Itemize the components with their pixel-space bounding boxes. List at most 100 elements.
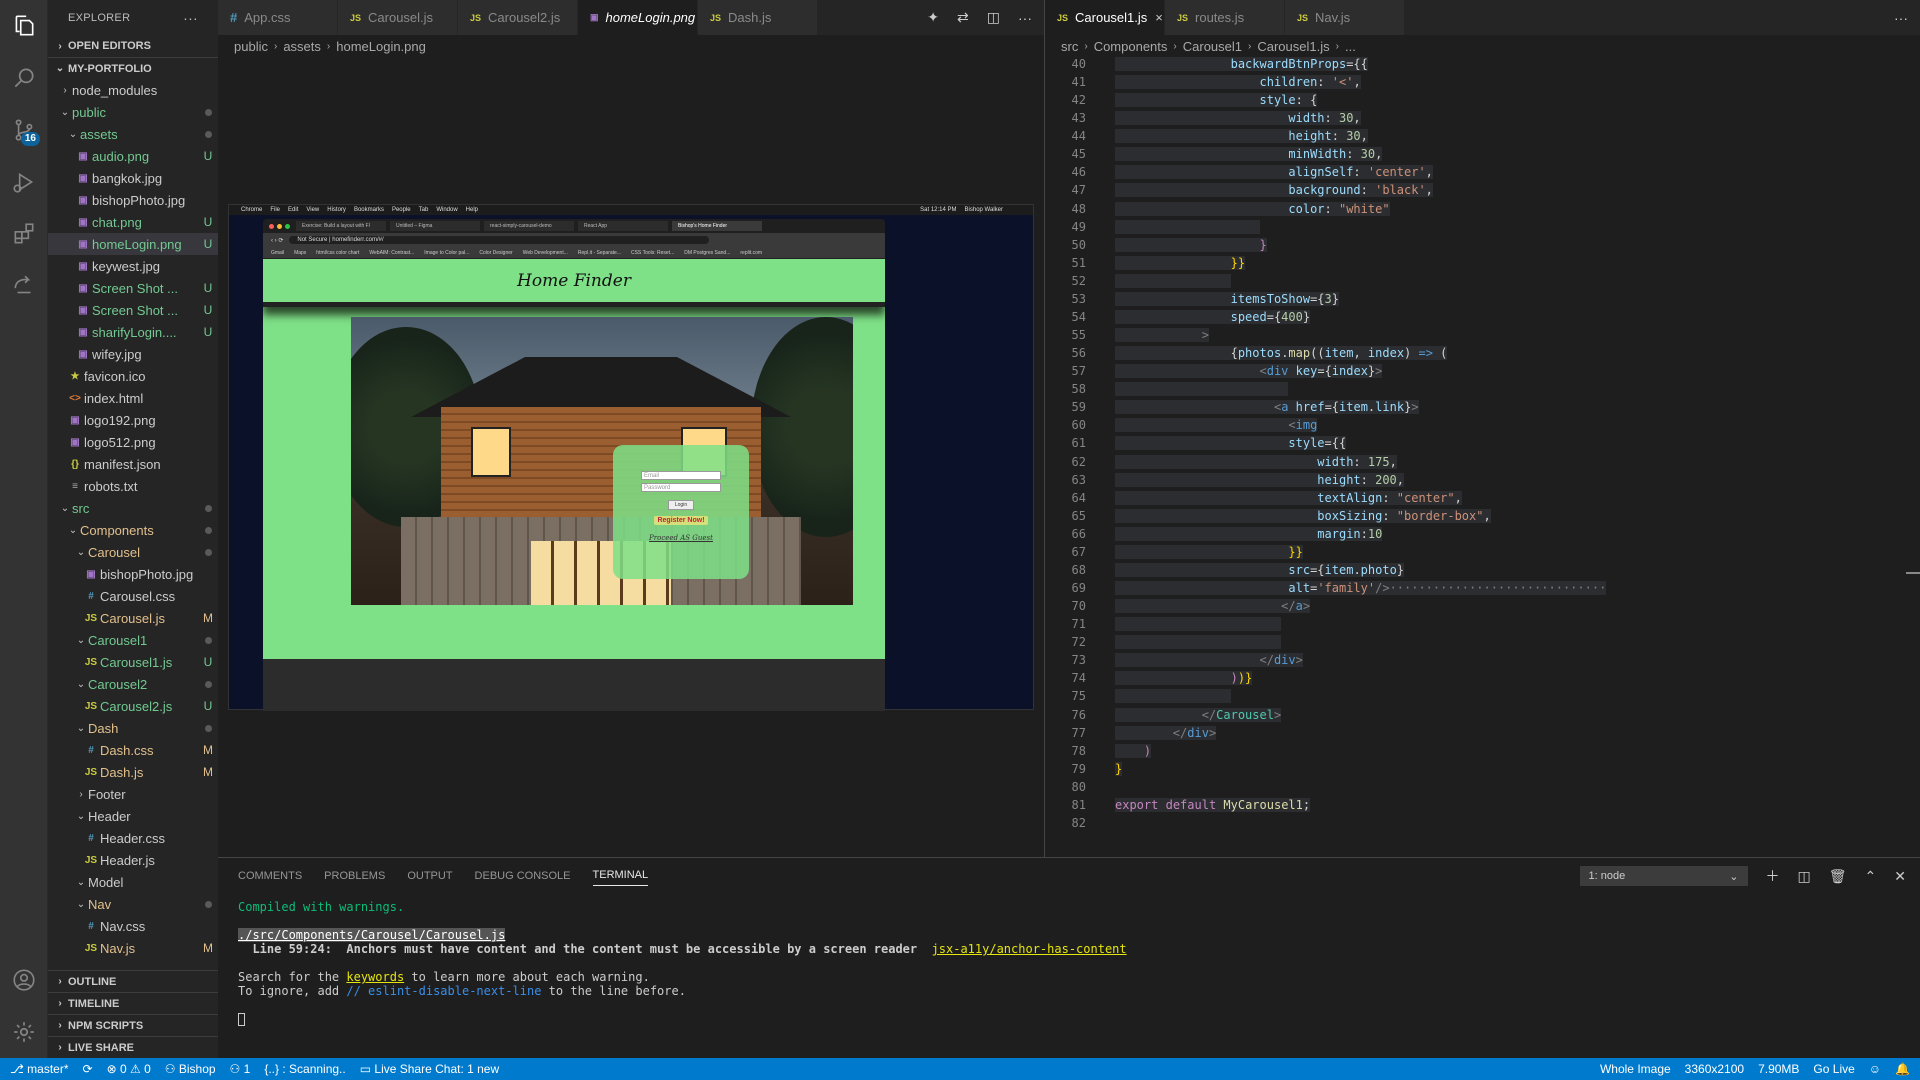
tree-item-header-js[interactable]: JS Header.js [48, 849, 218, 871]
panel-tab-terminal[interactable]: TERMINAL [592, 869, 649, 886]
tab-routes-js[interactable]: JS routes.js [1165, 0, 1285, 35]
tree-item-carousel-js[interactable]: JS Carousel.js M [48, 607, 218, 629]
tab-dash-js[interactable]: JS Dash.js [698, 0, 818, 35]
section-timeline[interactable]: › TIMELINE [48, 992, 218, 1014]
chat-status[interactable]: ▭ Live Share Chat: 1 new [360, 1062, 499, 1076]
section-outline[interactable]: › OUTLINE [48, 970, 218, 992]
tree-item-dash-css[interactable]: # Dash.css M [48, 739, 218, 761]
live-share-icon[interactable] [0, 260, 48, 312]
status-item-7-90mb[interactable]: 7.90MB [1758, 1062, 1799, 1076]
more-actions-icon[interactable]: ··· [1018, 10, 1032, 26]
panel-tab-problems[interactable]: PROBLEMS [324, 870, 385, 882]
section-npm-scripts[interactable]: › NPM SCRIPTS [48, 1014, 218, 1036]
split-terminal-icon[interactable]: ◫ [1798, 868, 1811, 885]
tree-item-screen-shot[interactable]: ▣ Screen Shot ... U [48, 277, 218, 299]
tree-item-carousel1-js[interactable]: JS Carousel1.js U [48, 651, 218, 673]
tab-homelogin-png[interactable]: ▣homeLogin.png× [578, 0, 711, 35]
breadcrumb-item[interactable]: assets [283, 39, 321, 54]
tree-item-footer[interactable]: › Footer [48, 783, 218, 805]
tree-item-homelogin-png[interactable]: ▣ homeLogin.png U [48, 233, 218, 255]
tree-item-nav-js[interactable]: JS Nav.js M [48, 937, 218, 959]
tree-item-carousel-css[interactable]: # Carousel.css [48, 585, 218, 607]
tree-item-nav-css[interactable]: # Nav.css [48, 915, 218, 937]
panel-tab-output[interactable]: OUTPUT [407, 870, 452, 882]
tree-item-carousel2-js[interactable]: JS Carousel2.js U [48, 695, 218, 717]
account-icon[interactable] [0, 954, 48, 1006]
section-live-share[interactable]: › LIVE SHARE [48, 1036, 218, 1058]
warning-rule[interactable]: jsx-a11y/anchor-has-content [932, 942, 1127, 956]
tree-item-bangkok-jpg[interactable]: ▣ bangkok.jpg [48, 167, 218, 189]
tree-item-dash[interactable]: ⌄ Dash [48, 717, 218, 739]
tree-item-header-css[interactable]: # Header.css [48, 827, 218, 849]
extensions-icon[interactable] [0, 208, 48, 260]
breadcrumb-item[interactable]: Carousel1.js [1257, 39, 1329, 54]
panel-tab-debug-console[interactable]: DEBUG CONSOLE [475, 870, 571, 882]
settings-gear-icon[interactable] [0, 1006, 48, 1058]
new-terminal-icon[interactable]: ＋ [1766, 866, 1780, 886]
feedback-icon[interactable]: ☺ [1869, 1062, 1881, 1076]
explorer-icon[interactable] [0, 0, 48, 52]
tab-carousel-js[interactable]: JS Carousel.js [338, 0, 458, 35]
notifications-bell-icon[interactable]: 🔔 [1895, 1062, 1910, 1076]
search-icon[interactable] [0, 52, 48, 104]
branch-status[interactable]: ⎇ master* [10, 1062, 69, 1076]
trash-icon[interactable]: 🗑 [1829, 868, 1847, 885]
tree-item-carousel2[interactable]: ⌄ Carousel2 [48, 673, 218, 695]
tree-item-wifey-jpg[interactable]: ▣ wifey.jpg [48, 343, 218, 365]
tab-app-css[interactable]: # App.css [218, 0, 338, 35]
breadcrumb-item[interactable]: public [234, 39, 268, 54]
tree-item-model[interactable]: ⌄ Model [48, 871, 218, 893]
tree-item-index-html[interactable]: <> index.html [48, 387, 218, 409]
tree-item-bishopphoto-jpg[interactable]: ▣ bishopPhoto.jpg [48, 189, 218, 211]
tree-item-logo512-png[interactable]: ▣ logo512.png [48, 431, 218, 453]
problems-status[interactable]: ⊗ 0 ⚠ 0 [107, 1062, 151, 1076]
tree-item-dash-js[interactable]: JS Dash.js M [48, 761, 218, 783]
breadcrumb-item[interactable]: homeLogin.png [336, 39, 426, 54]
tab-carousel2-js[interactable]: JS Carousel2.js [458, 0, 578, 35]
tree-item-favicon-ico[interactable]: ★ favicon.ico [48, 365, 218, 387]
sync-icon[interactable]: ⟳ [83, 1062, 93, 1076]
tab-carousel1-js[interactable]: JS Carousel1.js × [1045, 0, 1165, 35]
tree-item-bishopphoto-jpg[interactable]: ▣ bishopPhoto.jpg [48, 563, 218, 585]
tree-item-carousel1[interactable]: ⌄ Carousel1 [48, 629, 218, 651]
breadcrumb-item[interactable]: ... [1345, 39, 1356, 54]
code-area[interactable]: 40 backwardBtnProps={{41 children: '<', 4… [1045, 57, 1920, 857]
breadcrumb-item[interactable]: src [1061, 39, 1078, 54]
scanning-status[interactable]: {..} : Scanning.. [264, 1062, 345, 1076]
breadcrumb-item[interactable]: Carousel1 [1183, 39, 1242, 54]
more-actions-icon[interactable]: ··· [1894, 10, 1908, 26]
terminal-output[interactable]: Compiled with warnings. ./src/Components… [238, 900, 1127, 1026]
breadcrumb-item[interactable]: Components [1094, 39, 1168, 54]
terminal-select[interactable]: 1: node ⌄ [1579, 866, 1748, 886]
keywords-link[interactable]: keywords [346, 970, 404, 984]
tree-item-node-modules[interactable]: › node_modules [48, 79, 218, 101]
tree-item-assets[interactable]: ⌄ assets [48, 123, 218, 145]
pin-icon[interactable]: ✦ [927, 9, 939, 26]
tree-item-components[interactable]: ⌄ Components [48, 519, 218, 541]
status-item-whole-image[interactable]: Whole Image [1600, 1062, 1671, 1076]
open-editors-section[interactable]: › OPEN EDITORS [48, 35, 218, 57]
tree-item-keywest-jpg[interactable]: ▣ keywest.jpg [48, 255, 218, 277]
close-icon[interactable]: ✕ [1894, 868, 1906, 885]
tab-nav-js[interactable]: JS Nav.js [1285, 0, 1405, 35]
tree-item-nav[interactable]: ⌄ Nav [48, 893, 218, 915]
tree-item-public[interactable]: ⌄ public [48, 101, 218, 123]
tree-item-logo192-png[interactable]: ▣ logo192.png [48, 409, 218, 431]
tree-item-audio-png[interactable]: ▣ audio.png U [48, 145, 218, 167]
status-item-3360x2100[interactable]: 3360x2100 [1685, 1062, 1744, 1076]
split-editor-icon[interactable]: ◫ [987, 9, 1000, 26]
run-debug-icon[interactable] [0, 156, 48, 208]
tree-item-manifest-json[interactable]: {} manifest.json [48, 453, 218, 475]
participants-status[interactable]: ⚇ 1 [230, 1062, 251, 1076]
close-icon[interactable]: × [1155, 10, 1163, 25]
tree-item-header[interactable]: ⌄ Header [48, 805, 218, 827]
tree-item-screen-shot[interactable]: ▣ Screen Shot ... U [48, 299, 218, 321]
tree-item-carousel[interactable]: ⌄ Carousel [48, 541, 218, 563]
open-changes-icon[interactable]: ⇄ [957, 9, 969, 26]
tree-item-robots-txt[interactable]: ≡ robots.txt [48, 475, 218, 497]
status-item-go-live[interactable]: Go Live [1813, 1062, 1854, 1076]
liveshare-status[interactable]: ⚇ Bishop [165, 1062, 216, 1076]
project-section[interactable]: ⌄ MY-PORTFOLIO [48, 57, 218, 79]
scrollbar[interactable] [1906, 57, 1920, 857]
panel-tab-comments[interactable]: COMMENTS [238, 870, 302, 882]
